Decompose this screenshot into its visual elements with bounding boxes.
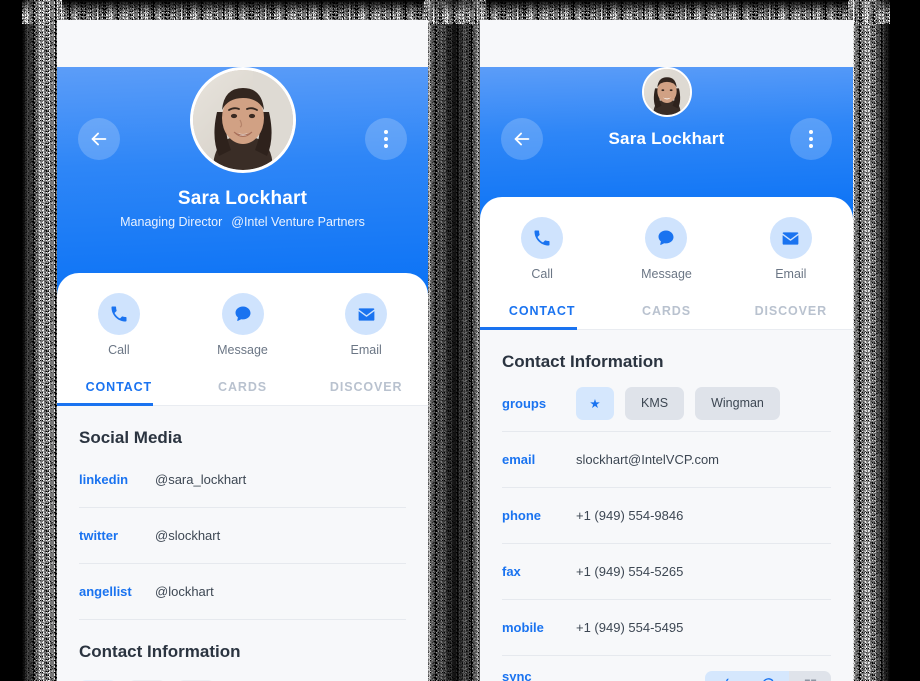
avatar[interactable]	[641, 67, 692, 117]
row-value: @sara_lockhart	[155, 472, 247, 487]
tab-discover[interactable]: DISCOVER	[729, 291, 853, 329]
action-message-label: Message	[641, 267, 692, 281]
envelope-icon	[345, 293, 388, 335]
avatar-photo	[643, 69, 690, 115]
section-title-social-media: Social Media	[79, 428, 182, 447]
table-row-groups[interactable]: groups ★ KMS Wingman	[502, 376, 831, 432]
back-button[interactable]	[501, 118, 543, 160]
contact-body-left: Social Media linkedin @sara_lockhart twi…	[57, 406, 428, 681]
envelope-icon	[769, 217, 812, 259]
row-value: @slockhart	[155, 528, 221, 543]
table-row[interactable]: linkedin @sara_lockhart	[79, 452, 406, 508]
action-email-label: Email	[775, 267, 807, 281]
row-key: mobile	[502, 620, 544, 635]
row-key: linkedin	[79, 472, 129, 487]
google-g-icon[interactable]	[747, 671, 789, 681]
row-value: +1 (949) 554-9846	[576, 508, 684, 523]
row-value: @lockhart	[155, 584, 214, 599]
table-row[interactable]: fax +1 (949) 554-5265	[502, 544, 831, 600]
action-message[interactable]: Message	[604, 217, 728, 281]
action-call-label: Call	[108, 343, 130, 357]
phone-icon	[97, 293, 140, 335]
noise-border-left	[22, 0, 62, 681]
row-key: sync settings	[502, 669, 532, 681]
profile-company: @Intel Venture Partners	[231, 215, 365, 229]
action-call-label: Call	[531, 267, 553, 281]
more-vertical-icon	[809, 130, 813, 148]
tabs-right: CONTACT CARDS DISCOVER	[480, 291, 853, 330]
profile-name: Sara Lockhart	[177, 188, 308, 209]
more-options-button[interactable]	[790, 118, 832, 160]
chip-kms[interactable]: KMS	[625, 387, 685, 420]
windows-logo-icon[interactable]	[789, 671, 831, 681]
action-call[interactable]: Call	[480, 217, 604, 281]
quick-actions-left: Call Message Email	[57, 273, 428, 367]
row-key: email	[502, 452, 536, 467]
arrow-left-icon	[91, 132, 107, 146]
tab-contact[interactable]: CONTACT	[57, 367, 181, 406]
action-email[interactable]: Email	[304, 293, 428, 357]
content-sheet-right: Call Message Email CONTACT CARDS DISCOVE…	[480, 197, 853, 330]
profile-subtitle: Managing Director @Intel Venture Partners	[57, 215, 428, 229]
profile-title: Managing Director	[120, 215, 223, 229]
phone-screen-right: Sara Lockhart Call Message Email CONTACT…	[480, 20, 853, 681]
avatar[interactable]	[189, 67, 296, 173]
apple-logo-icon[interactable]	[705, 671, 747, 681]
sync-provider-toggles	[705, 671, 831, 681]
row-key: twitter	[79, 528, 118, 543]
table-row[interactable]: email slockhart@IntelVCP.com	[502, 432, 831, 488]
section-title-contact-information: Contact Information	[502, 352, 664, 371]
action-email-label: Email	[350, 343, 382, 357]
group-chips: ★ KMS Wingman	[576, 387, 780, 420]
phone-icon	[521, 217, 564, 259]
tab-contact[interactable]: CONTACT	[480, 291, 604, 330]
contact-body-right: Contact Information groups ★ KMS Wingman…	[480, 330, 853, 681]
table-row[interactable]: twitter @slockhart	[79, 508, 406, 564]
row-value: +1 (949) 554-5495	[576, 620, 684, 635]
chip-wingman[interactable]: Wingman	[695, 387, 780, 420]
more-vertical-icon	[384, 130, 388, 148]
tab-discover[interactable]: DISCOVER	[304, 367, 428, 405]
table-row[interactable]: angellist @lockhart	[79, 564, 406, 620]
chat-bubble-icon	[221, 293, 264, 335]
row-key: angellist	[79, 584, 132, 599]
tab-cards[interactable]: CARDS	[604, 291, 728, 329]
action-message[interactable]: Message	[181, 293, 305, 357]
action-message-label: Message	[217, 343, 268, 357]
content-sheet-left: Call Message Email CONTACT CARDS DISCOVE…	[57, 273, 428, 406]
screenshot-stage: Sara Lockhart Managing Director @Intel Ve…	[0, 0, 920, 681]
table-row[interactable]: mobile +1 (949) 554-5495	[502, 600, 831, 656]
noise-border-middle	[424, 0, 486, 681]
row-value: +1 (949) 554-5265	[576, 564, 684, 579]
noise-border-right	[848, 0, 890, 681]
more-options-button[interactable]	[365, 118, 407, 160]
chat-bubble-icon	[645, 217, 688, 259]
row-key: fax	[502, 564, 521, 579]
row-key: phone	[502, 508, 541, 523]
back-button[interactable]	[78, 118, 120, 160]
avatar-photo	[192, 70, 293, 170]
quick-actions-right: Call Message Email	[480, 197, 853, 291]
action-call[interactable]: Call	[57, 293, 181, 357]
chip-star[interactable]: ★	[576, 387, 614, 420]
action-email[interactable]: Email	[729, 217, 853, 281]
section-title-contact-information: Contact Information	[79, 642, 241, 661]
table-row-sync-settings[interactable]: sync settings	[502, 656, 831, 681]
profile-hero-left: Sara Lockhart Managing Director @Intel Ve…	[57, 67, 428, 295]
row-value: slockhart@IntelVCP.com	[576, 452, 720, 467]
table-row[interactable]: phone +1 (949) 554-9846	[502, 488, 831, 544]
tab-cards[interactable]: CARDS	[181, 367, 305, 405]
arrow-left-icon	[514, 132, 530, 146]
tabs-left: CONTACT CARDS DISCOVER	[57, 367, 428, 406]
row-key: groups	[502, 396, 547, 411]
phone-screen-left: Sara Lockhart Managing Director @Intel Ve…	[57, 20, 428, 681]
